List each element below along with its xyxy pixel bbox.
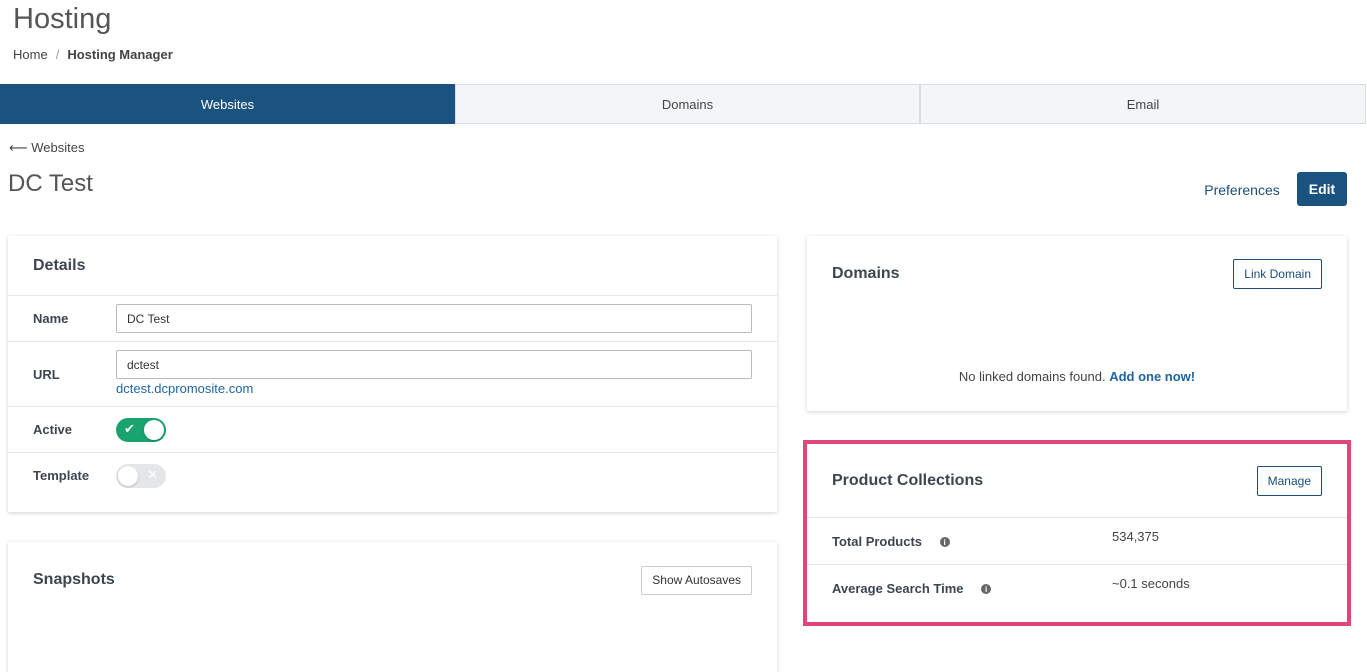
name-input[interactable]: DC Test bbox=[116, 304, 752, 333]
details-row-template: Template ✕ bbox=[8, 452, 777, 498]
edit-button[interactable]: Edit bbox=[1297, 172, 1347, 206]
breadcrumb-separator: / bbox=[55, 47, 60, 62]
back-arrow-icon: ⟵ bbox=[9, 140, 28, 155]
back-link-label: Websites bbox=[31, 140, 85, 155]
domains-empty-message: No linked domains found. Add one now! bbox=[807, 369, 1347, 384]
back-to-websites-link[interactable]: ⟵ Websites bbox=[9, 140, 85, 156]
details-card: Details Name DC Test URL dctest dctest.d… bbox=[8, 236, 777, 512]
active-label: Active bbox=[33, 422, 73, 437]
name-label: Name bbox=[33, 311, 69, 326]
toggle-knob bbox=[144, 419, 164, 440]
tab-websites[interactable]: Websites bbox=[0, 84, 455, 124]
domains-title: Domains bbox=[832, 265, 900, 282]
details-row-active: Active ✔ bbox=[8, 406, 777, 452]
toggle-knob bbox=[118, 465, 138, 486]
url-label: URL bbox=[33, 367, 60, 382]
details-title: Details bbox=[33, 256, 86, 274]
url-input[interactable]: dctest bbox=[116, 350, 752, 379]
highlight-box bbox=[803, 440, 1351, 626]
breadcrumb-current: Hosting Manager bbox=[67, 47, 173, 62]
site-title: DC Test bbox=[8, 170, 93, 197]
tab-domains[interactable]: Domains bbox=[455, 84, 920, 124]
template-toggle[interactable]: ✕ bbox=[116, 463, 166, 488]
tab-bar: Websites Domains Email bbox=[0, 84, 1366, 124]
tab-email[interactable]: Email bbox=[920, 84, 1366, 124]
active-toggle[interactable]: ✔ bbox=[116, 417, 166, 442]
link-domain-button[interactable]: Link Domain bbox=[1233, 259, 1322, 289]
add-domain-link[interactable]: Add one now! bbox=[1109, 369, 1195, 384]
domains-card: Domains Link Domain No linked domains fo… bbox=[807, 236, 1347, 411]
breadcrumb: Home / Hosting Manager bbox=[13, 47, 173, 62]
snapshots-card: Snapshots Show Autosaves bbox=[8, 542, 777, 672]
snapshots-title: Snapshots bbox=[33, 571, 115, 588]
details-row-name: Name DC Test bbox=[8, 295, 777, 341]
check-icon: ✔ bbox=[124, 420, 135, 436]
page-title: Hosting bbox=[13, 3, 112, 35]
x-icon: ✕ bbox=[147, 466, 158, 482]
domains-empty-text: No linked domains found. bbox=[958, 369, 1106, 384]
details-row-url: URL dctest dctest.dcpromosite.com bbox=[8, 341, 777, 406]
preferences-button[interactable]: Preferences bbox=[1196, 177, 1288, 203]
site-url-link[interactable]: dctest.dcpromosite.com bbox=[116, 381, 752, 396]
show-autosaves-button[interactable]: Show Autosaves bbox=[641, 565, 752, 595]
template-label: Template bbox=[33, 468, 90, 483]
breadcrumb-home[interactable]: Home bbox=[13, 47, 48, 62]
